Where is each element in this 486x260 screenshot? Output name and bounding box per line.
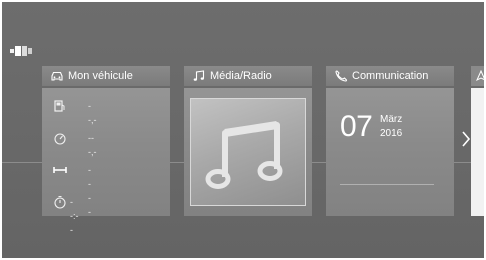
tile-communication-title: Communication — [352, 70, 429, 82]
range-icon — [53, 167, 67, 173]
vehicle-speed-value: ---,- — [88, 133, 97, 157]
tile-next-peek[interactable] — [471, 66, 486, 216]
date-month: März — [380, 114, 403, 125]
settings-grid-icon[interactable] — [10, 44, 34, 58]
tile-next-body — [471, 88, 486, 216]
gauge-icon — [54, 133, 66, 145]
tile-media[interactable]: Média/Radio — [184, 66, 312, 216]
tile-media-header: Média/Radio — [184, 66, 312, 86]
vehicle-timer-value: --:-- — [70, 197, 79, 235]
chevron-right-icon[interactable] — [461, 130, 471, 148]
timer-icon — [54, 195, 66, 209]
date-year: 2016 — [380, 128, 403, 139]
music-note-icon — [205, 121, 283, 189]
phone-icon — [335, 70, 348, 82]
tile-communication[interactable]: Communication 07 März 2016 — [326, 66, 454, 216]
tile-vehicle-title: Mon véhicule — [68, 70, 133, 82]
vehicle-fuel-value: --,- — [88, 101, 97, 125]
tile-next-header — [471, 66, 486, 86]
tile-communication-header: Communication — [326, 66, 454, 86]
fuel-icon — [54, 100, 65, 112]
divider — [340, 184, 434, 185]
car-icon — [51, 71, 63, 81]
tile-vehicle-body: --,- ---,- ---- --:-- — [42, 88, 170, 235]
home-screen: Mon véhicule --,- ---,- ---- --:-- Média… — [0, 0, 486, 260]
tile-vehicle[interactable]: Mon véhicule --,- ---,- ---- --:-- — [42, 66, 170, 235]
navigation-icon — [476, 70, 486, 82]
tile-media-title: Média/Radio — [210, 70, 272, 82]
tile-media-body — [184, 88, 312, 216]
tile-communication-body: 07 März 2016 — [326, 88, 454, 216]
vehicle-range-value: ---- — [88, 165, 91, 217]
media-artwork — [190, 98, 306, 206]
tile-vehicle-header: Mon véhicule — [42, 66, 170, 86]
music-note-icon — [193, 70, 205, 81]
date-day: 07 — [340, 110, 373, 143]
